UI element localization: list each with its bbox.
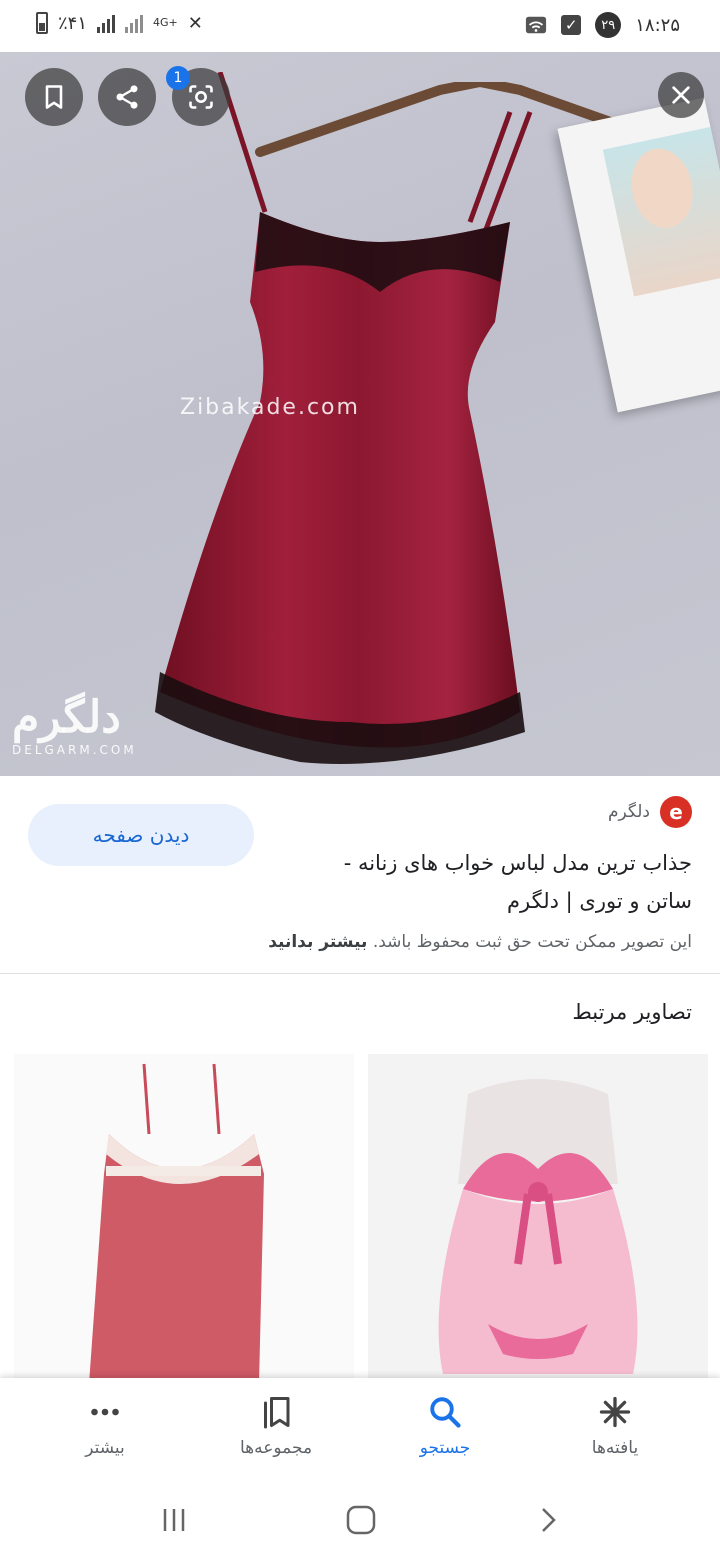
bookmark-icon (45, 85, 63, 109)
recents-icon (163, 1509, 185, 1531)
nav-collections-label: مجموعه‌ها (239, 1438, 313, 1458)
wifi-icon (526, 16, 547, 34)
related-image-1[interactable] (368, 1054, 708, 1384)
clock: ۱۸:۲۵ (635, 14, 680, 36)
watermark-text: Zibakade.com (180, 395, 360, 420)
magazine-illustration (557, 97, 720, 413)
site-source[interactable]: e دلگرم (608, 796, 692, 828)
nav-collections[interactable]: مجموعه‌ها (201, 1394, 351, 1458)
signal-icon (97, 13, 116, 33)
signal-2-icon (125, 13, 144, 33)
result-info: e دلگرم جذاب ترین مدل لباس خواب های زنان… (0, 776, 720, 974)
share-button[interactable] (98, 68, 156, 126)
nav-discover[interactable]: یافته‌ها (540, 1394, 690, 1458)
discover-icon (599, 1396, 631, 1428)
watermark-logo-text: دلگرم (12, 692, 121, 743)
network-type: 4G+ (153, 16, 178, 29)
home-icon (346, 1505, 376, 1535)
copyright-text: این تصویر ممکن تحت حق ثبت محفوظ باشد. (372, 932, 692, 952)
watermark-logo-sub: DELGARM.COM (12, 743, 137, 757)
more-icon (91, 1408, 119, 1416)
back-icon (542, 1508, 556, 1532)
status-bar: ٪۴۱ 4G+ ✕ ✓ ۲۹ ۱۸:۲۵ (0, 0, 720, 52)
site-name: دلگرم (607, 802, 650, 822)
visit-page-button[interactable]: دیدن صفحه (28, 804, 254, 866)
dress-illustration (155, 72, 533, 764)
nav-more[interactable]: بیشتر (30, 1394, 180, 1458)
system-navigation (0, 1480, 720, 1560)
nav-discover-label: یافته‌ها (591, 1438, 639, 1458)
lens-badge: 1 (166, 66, 190, 90)
nav-search[interactable]: جستجو (370, 1394, 520, 1458)
nav-more-label: بیشتر (85, 1438, 125, 1458)
site-favicon-icon: e (660, 796, 692, 828)
pink-lingerie-illustration (368, 1054, 708, 1384)
learn-more-link[interactable]: بیشتر بدانید (268, 932, 367, 952)
status-left: ٪۴۱ 4G+ ✕ (36, 12, 203, 34)
recents-button[interactable] (154, 1500, 194, 1540)
mute-icon: ✕ (187, 12, 203, 34)
copyright-notice: این تصویر ممکن تحت حق ثبت محفوظ باشد. بی… (268, 932, 692, 952)
battery-level: ٪۴۱ (58, 12, 88, 34)
share-icon (116, 85, 138, 109)
main-image[interactable]: Zibakade.com دلگرم DELGARM.COM 1 (0, 52, 720, 776)
home-button[interactable] (341, 1500, 381, 1540)
collections-icon (264, 1397, 290, 1429)
back-button[interactable] (528, 1500, 568, 1540)
close-button[interactable] (658, 72, 704, 118)
related-image-2[interactable] (14, 1054, 354, 1384)
battery-icon (36, 12, 48, 34)
save-button[interactable] (25, 68, 83, 126)
notification-count: ۲۹ (595, 12, 622, 38)
nav-search-label: جستجو (419, 1438, 471, 1458)
related-images-title: تصاویر مرتبط (572, 1000, 692, 1024)
close-icon (672, 86, 690, 104)
checkbox-notification-icon: ✓ (561, 15, 582, 35)
bottom-navigation: یافته‌ها جستجو مجموعه‌ها بیشتر (0, 1378, 720, 1480)
status-right: ✓ ۲۹ ۱۸:۲۵ (525, 12, 680, 38)
red-nightdress-illustration (14, 1054, 354, 1384)
lens-icon (189, 85, 213, 109)
result-title[interactable]: جذاب ترین مدل لباس خواب های زنانه - ساتن… (292, 844, 692, 920)
watermark-logo: دلگرم DELGARM.COM (12, 692, 137, 757)
search-icon (430, 1397, 461, 1428)
